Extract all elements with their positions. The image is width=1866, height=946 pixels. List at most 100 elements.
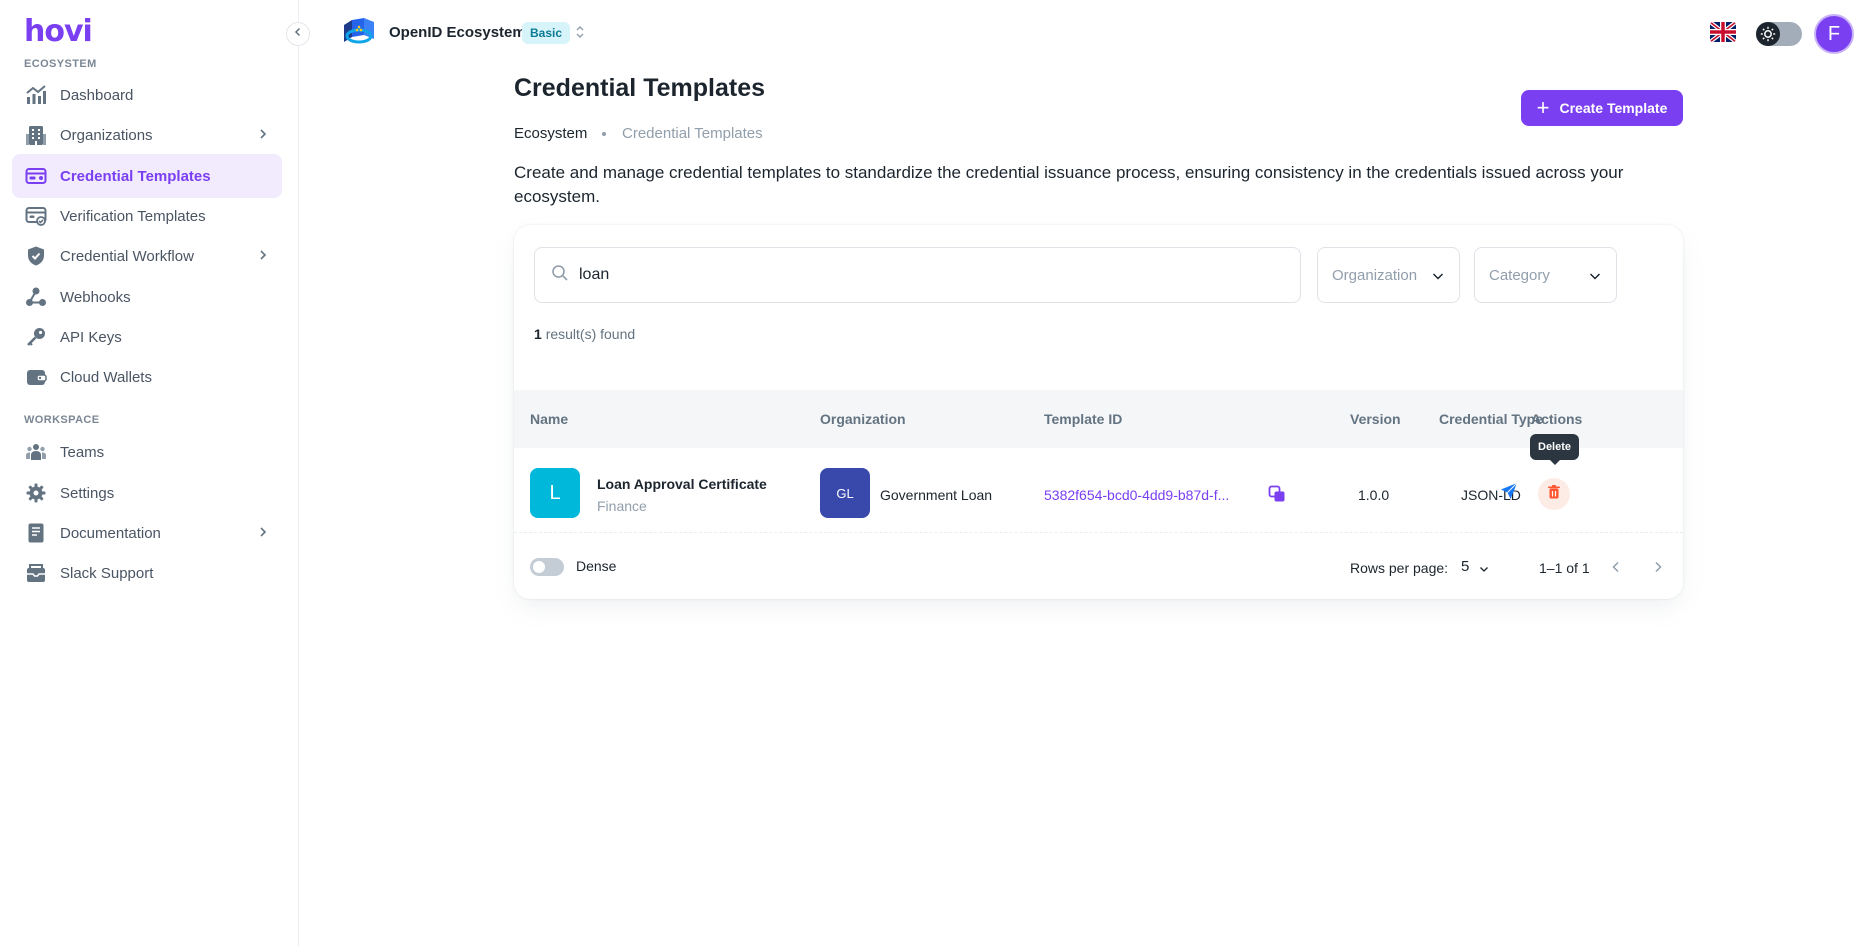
template-version: 1.0.0 [1358,487,1390,503]
workspace-section-label: WORKSPACE [24,414,100,426]
trash-icon [1546,484,1562,505]
pagination-range: 1–1 of 1 [1539,560,1590,576]
sidebar-item-label: Slack Support [60,564,154,582]
theme-toggle[interactable] [1756,22,1802,46]
chevron-down-icon[interactable] [1478,562,1490,580]
page-description: Create and manage credential templates t… [514,163,1624,206]
chevron-right-icon [256,127,270,146]
verification-card-icon [24,204,48,228]
uk-flag-icon[interactable] [1710,22,1736,42]
send-icon [1500,482,1518,505]
organization-name: Government Loan [880,487,993,503]
search-value: loan [579,266,610,283]
sidebar-item-organizations[interactable]: Organizations [12,113,282,157]
breadcrumb-current: Credential Templates [622,125,763,142]
building-icon [24,123,48,147]
credential-card-icon [24,164,48,188]
column-version[interactable]: Version [1350,411,1401,427]
column-actions: Actions [1531,411,1583,427]
document-icon [24,521,48,545]
webhook-icon [24,285,48,309]
organization-select[interactable]: Organization [1317,247,1460,303]
result-count-number: 1 [534,326,542,342]
rows-per-page-label: Rows per page: [1350,560,1449,576]
column-name[interactable]: Name [530,411,568,427]
templates-card: loan Organization Category 1 result(s) f… [514,225,1683,599]
sidebar-item-label: API Keys [60,328,122,346]
column-organization[interactable]: Organization [820,411,906,427]
search-input[interactable]: loan [534,247,1301,303]
sidebar-item-api-keys[interactable]: API Keys [12,315,282,359]
sidebar-item-settings[interactable]: Settings [12,471,282,515]
team-icon [24,440,48,464]
category-select-placeholder: Category [1489,266,1550,284]
sidebar-item-label: Organizations [60,126,153,144]
copy-icon[interactable] [1267,484,1287,509]
table-row[interactable]: L Loan Approval Certificate Finance GL G… [514,434,1683,533]
dense-toggle[interactable] [530,558,564,576]
table-footer: Dense Rows per page: 5 1–1 of 1 [514,533,1683,599]
previous-page-button[interactable] [1608,559,1624,580]
sidebar-item-slack-support[interactable]: Slack Support [12,551,282,595]
wallet-icon [24,365,48,389]
search-icon [551,264,569,287]
ecosystem-name[interactable]: OpenID Ecosystem [389,24,526,41]
chart-icon [24,83,48,107]
template-id[interactable]: 5382f654-bcd0-4dd9-b87d-f... [1044,487,1229,503]
results-count: 1 result(s) found [534,326,635,342]
page-title: Credential Templates [514,74,766,102]
plus-icon: + [1536,95,1550,120]
template-name[interactable]: Loan Approval Certificate [597,476,767,492]
chevron-down-icon [1588,269,1602,287]
sidebar-item-teams[interactable]: Teams [12,430,282,474]
chevron-right-icon [256,248,270,267]
sidebar: hovi ECOSYSTEM Dashboard Organizations C… [0,0,299,946]
category-select[interactable]: Category [1474,247,1617,303]
sidebar-item-label: Verification Templates [60,207,206,225]
sidebar-item-label: Teams [60,443,105,461]
sidebar-item-dashboard[interactable]: Dashboard [12,73,282,117]
switch-ecosystem-icon[interactable] [574,24,586,45]
hovi-logo[interactable]: hovi [24,14,93,49]
organization-avatar: GL [820,468,870,518]
delete-tooltip: Delete [1530,434,1580,465]
column-template-id[interactable]: Template ID [1044,411,1122,427]
sidebar-item-webhooks[interactable]: Webhooks [12,275,282,319]
breadcrumb-ecosystem[interactable]: Ecosystem [514,125,587,142]
template-avatar: L [530,468,580,518]
sidebar-item-credential-workflow[interactable]: Credential Workflow [12,234,282,278]
create-template-button[interactable]: + Create Template [1521,90,1683,126]
rows-per-page-select[interactable]: 5 [1461,558,1469,575]
result-count-text: result(s) found [545,326,636,342]
shield-icon [24,244,48,268]
ecosystem-section-label: ECOSYSTEM [24,58,97,70]
delete-button[interactable] [1538,478,1570,510]
sidebar-item-label: Credential Workflow [60,247,194,265]
key-icon [24,325,48,349]
next-page-button[interactable] [1650,559,1666,580]
sidebar-item-credential-templates[interactable]: Credential Templates [12,154,282,198]
support-icon [24,561,48,585]
chevron-left-icon [292,25,304,43]
template-category: Finance [597,498,647,514]
user-avatar[interactable]: F [1814,14,1854,54]
sidebar-item-label: Dashboard [60,86,134,104]
column-credential-type[interactable]: Credential Type [1439,411,1543,427]
sidebar-item-verification-templates[interactable]: Verification Templates [12,194,282,238]
sidebar-item-label: Webhooks [60,288,131,306]
ecosystem-logo-icon [340,16,378,46]
gear-icon [24,481,48,505]
organization-select-placeholder: Organization [1332,266,1418,284]
sidebar-item-cloud-wallets[interactable]: Cloud Wallets [12,355,282,399]
sidebar-item-documentation[interactable]: Documentation [12,511,282,555]
plan-badge: Basic [522,22,571,44]
sidebar-item-label: Settings [60,484,115,502]
send-button[interactable] [1494,478,1524,508]
create-template-label: Create Template [1559,100,1668,116]
sidebar-item-label: Cloud Wallets [60,368,152,386]
dense-label: Dense [576,558,617,574]
breadcrumb-separator [602,132,606,136]
chevron-down-icon [1431,269,1445,287]
collapse-sidebar-button[interactable] [286,22,310,46]
sidebar-item-label: Documentation [60,524,161,542]
